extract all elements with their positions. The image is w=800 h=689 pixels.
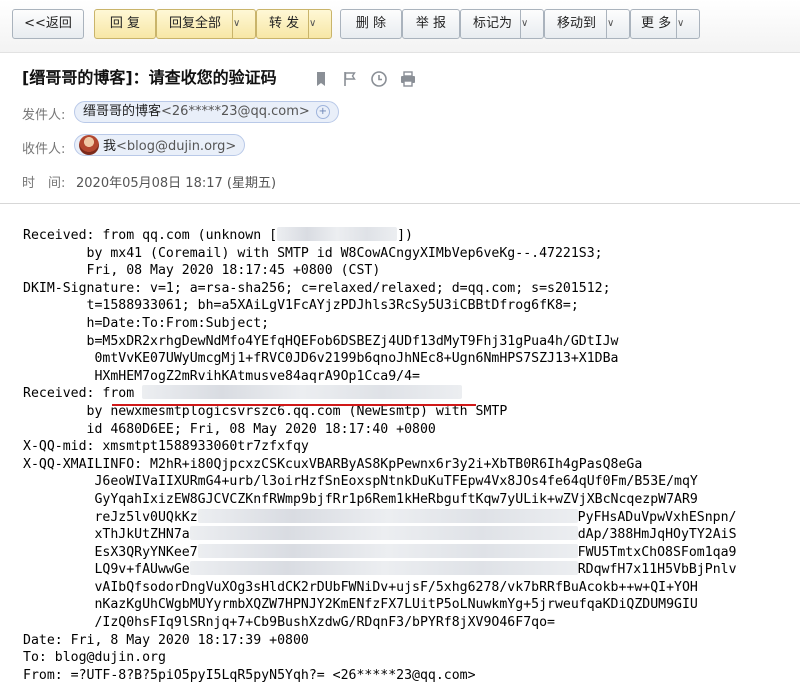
subject-row: [缙哥哥的博客]：请查收您的验证码 <box>22 67 277 89</box>
clock-icon[interactable] <box>370 70 388 88</box>
add-contact-icon[interactable]: + <box>315 105 330 119</box>
email-date: 2020年05月08日 18:17 (星期五) <box>76 176 277 191</box>
source-line: HXmHEM7ogZ2mRvihKAtmusve84aqrA9Op1Cca9/4… <box>23 368 420 384</box>
source-line: Received: from <box>23 385 463 401</box>
source-line: nKazKgUhCWgbMUYyrmbXQZW7HPNJY2KmENfzFX7L… <box>23 597 698 613</box>
source-line: t=1588933061; bh=a5XAiLgV1FcAYjzPDJhls3R… <box>23 298 579 314</box>
flag-icon[interactable] <box>341 70 359 88</box>
move-to-dropdown-icon[interactable]: ∨ <box>606 10 629 38</box>
email-source: Received: from qq.com (unknown []) by mx… <box>23 227 800 684</box>
sender-chip[interactable]: 缙哥哥的博客<26*****23@qq.com> + <box>74 101 339 123</box>
source-line: GyYqahIxizEW8GJCVCZKnfRWmp9bjfRr1p6Rem1k… <box>23 491 698 507</box>
mark-as-label: 标记为 <box>473 16 513 31</box>
mark-as-button[interactable]: 标记为 ∨ <box>460 9 544 39</box>
reply-all-label: 回复全部 <box>169 16 222 31</box>
subject-actions <box>312 68 423 88</box>
source-line: Fri, 08 May 2020 18:17:45 +0800 (CST) <box>23 263 381 279</box>
move-to-button[interactable]: 移动到 ∨ <box>544 9 630 39</box>
recipient-chip[interactable]: 我<blog@dujin.org> <box>74 134 246 156</box>
move-to-label: 移动到 <box>557 16 597 31</box>
source-line: From: =?UTF-8?B?5piO5pyI5LqR5pyN5Yqh?= <… <box>23 667 476 683</box>
source-line: id 4680D6EE; Fri, 08 May 2020 18:17:40 +… <box>23 421 436 437</box>
reply-button[interactable]: 回 复 <box>94 9 156 39</box>
back-button[interactable]: <<返回 <box>12 9 84 39</box>
source-line: To: blog@dujin.org <box>23 650 166 666</box>
print-icon[interactable] <box>399 70 417 88</box>
source-line: J6eoWIVaIIXURmG4+urb/l3oirHzfSnEoxspNtnk… <box>23 474 698 490</box>
highlight-underline <box>112 404 476 406</box>
source-line: vAIbQfsodorDngVuXOg3sHldCK2rDUbFWNiDv+uj… <box>23 579 698 595</box>
sender-name: 缙哥哥的博客 <box>83 104 162 119</box>
delete-button[interactable]: 删 除 <box>340 9 402 39</box>
to-label: 收件人: <box>22 142 66 157</box>
source-line: /IzQ0hsFIq9lSRnjq+7+Cb9BushXzdwG/RDqnF3/… <box>23 615 555 631</box>
source-line: LQ9v+fAUwwGe RDqwfH7x11H5VbBjPnlv <box>23 561 737 578</box>
more-dropdown-icon[interactable]: ∨ <box>676 10 699 38</box>
toolbar: <<返回 回 复 回复全部 ∨ 转 发 ∨ 删 除 举 报 标记为 ∨ 移动到 … <box>0 0 800 53</box>
forward-label: 转 发 <box>269 16 300 31</box>
recipient-address: <blog@dujin.org> <box>116 139 237 154</box>
source-line: xThJkUtZHN7a dAp/388HmJqHOyTY2AiS <box>23 526 737 543</box>
source-line: EsX3QRyYNKee7 FWU5TmtxChO8SFom1qa9 <box>23 543 737 560</box>
forward-button[interactable]: 转 发 ∨ <box>256 9 332 39</box>
time-label: 时 间: <box>22 176 66 191</box>
source-line: reJz5lv0UQkKz PyFHsADuVpwVxhESnpn/ <box>23 508 737 525</box>
source-line: by mx41 (Coremail) with SMTP id W8CowACn… <box>23 245 603 261</box>
source-line: by newxmesmtplogicsvrszc6.qq.com (NewEsm… <box>23 403 508 419</box>
source-line: Received: from qq.com (unknown []) <box>23 227 413 243</box>
source-line: b=M5xDR2xrhgDewNdMfo4YEfqHQEFob6DSBEZj4U… <box>23 333 619 349</box>
source-line: 0mtVvKE07UWyUmcgMj1+fRVC0JD6v2199b6qnoJh… <box>23 351 619 367</box>
mark-as-dropdown-icon[interactable]: ∨ <box>520 10 543 38</box>
avatar <box>79 135 99 155</box>
redacted-host <box>142 385 463 400</box>
divider <box>0 203 800 204</box>
redacted-ip <box>277 227 398 241</box>
from-label: 发件人: <box>22 108 66 123</box>
email-subject: [缙哥哥的博客]：请查收您的验证码 <box>22 68 277 87</box>
source-line: h=Date:To:From:Subject; <box>23 315 270 331</box>
more-label: 更 多 <box>641 16 672 31</box>
source-line: Date: Fri, 8 May 2020 18:17:39 +0800 <box>23 632 309 648</box>
sender-address: <26*****23@qq.com> <box>161 104 310 119</box>
recipient-name: 我 <box>103 139 117 154</box>
reply-all-button[interactable]: 回复全部 ∨ <box>156 9 256 39</box>
source-line: DKIM-Signature: v=1; a=rsa-sha256; c=rel… <box>23 280 611 296</box>
more-button[interactable]: 更 多 ∨ <box>630 9 700 39</box>
report-button[interactable]: 举 报 <box>402 9 460 39</box>
reply-all-dropdown-icon[interactable]: ∨ <box>232 10 255 38</box>
forward-dropdown-icon[interactable]: ∨ <box>308 10 331 38</box>
source-line: X-QQ-XMAILINFO: M2hR+i80QjpcxzCSKcuxVBAR… <box>23 456 643 472</box>
bookmark-icon[interactable] <box>312 70 330 88</box>
source-line: X-QQ-mid: xmsmtpt1588933060tr7zfxfqy <box>23 439 309 455</box>
